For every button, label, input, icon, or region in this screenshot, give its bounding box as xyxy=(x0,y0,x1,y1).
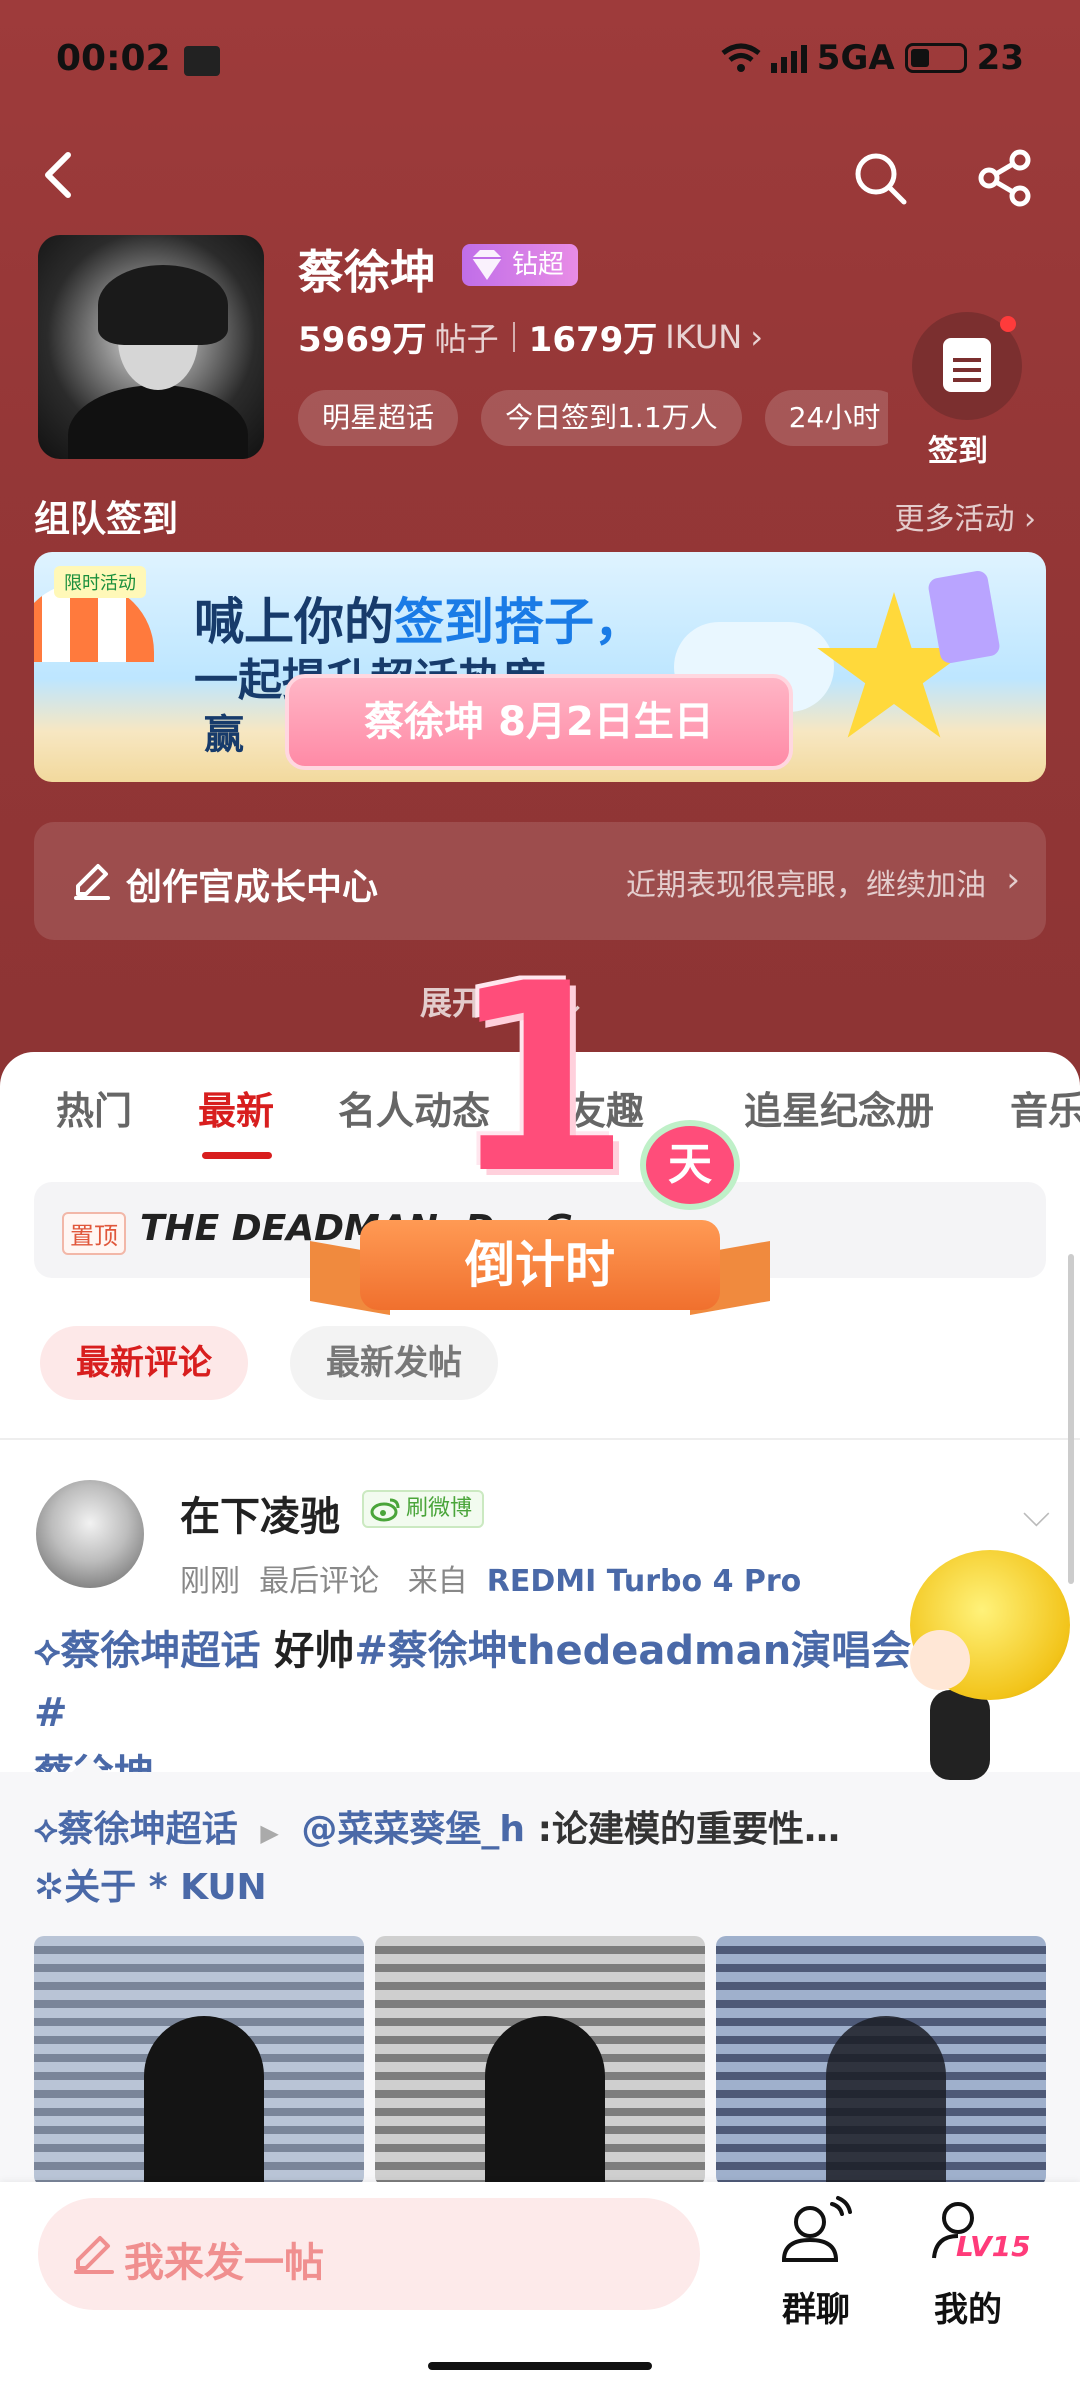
active-tab-indicator xyxy=(202,1152,272,1159)
profile-name: 蔡徐坤 xyxy=(298,245,436,299)
profile-stats[interactable]: 5969万 帖子 1679万 IKUN › xyxy=(298,312,763,361)
sparkle-icon: ✲ xyxy=(34,1867,65,1908)
birthday-banner[interactable]: 蔡徐坤 8月2日生日 xyxy=(285,674,793,770)
repost-line2: ✲关于 * KUN xyxy=(34,1858,267,1910)
countdown-ribbon: 倒计时 xyxy=(310,1220,770,1316)
post-time: 刚刚 xyxy=(180,1564,240,1599)
status-time: 00:02 xyxy=(56,38,171,79)
group-chat-button[interactable]: 群聊 xyxy=(756,2194,876,2331)
battery-icon xyxy=(904,43,967,73)
chip-24h[interactable]: 24小时 xyxy=(764,390,888,446)
chip-star-topic[interactable]: 明星超话 xyxy=(298,390,459,446)
tab-fan-album[interactable]: 追星纪念册 xyxy=(744,1080,934,1135)
mine-label: 我的 xyxy=(934,2290,1002,2330)
fans-count: 1679万 xyxy=(528,320,658,360)
post-meta-mid: 最后评论 xyxy=(259,1564,380,1599)
countdown-unit: 天 xyxy=(640,1120,740,1210)
checkin-label[interactable]: 签到 xyxy=(928,426,988,470)
weibo-source-badge: 刷微博 xyxy=(362,1490,485,1528)
fans-unit: IKUN xyxy=(665,317,743,356)
group-chat-icon xyxy=(781,2196,852,2262)
compose-post-button[interactable]: 我来发一帖 xyxy=(38,2198,700,2310)
more-activities-label: 更多活动 xyxy=(894,502,1015,537)
tab-hot[interactable]: 热门 xyxy=(56,1080,132,1135)
weibo-badge-label: 刷微博 xyxy=(406,1496,473,1521)
posts-count: 5969万 xyxy=(298,320,427,360)
birthday-countdown-overlay[interactable]: 1 天 倒计时 xyxy=(310,950,770,1370)
countdown-number: 1 xyxy=(450,929,631,1231)
network-type: 5GA xyxy=(816,38,895,78)
repost-subtitle: 关于 * KUN xyxy=(64,1867,267,1908)
stats-divider xyxy=(512,321,515,352)
repost-image-2[interactable] xyxy=(375,1936,705,2186)
posts-unit: 帖子 xyxy=(434,319,499,358)
post-author-name[interactable]: 在下凌驰 xyxy=(180,1484,340,1542)
profile-avatar[interactable] xyxy=(38,235,264,459)
group-chat-label: 群聊 xyxy=(782,2290,850,2330)
pinned-tag: 置顶 xyxy=(62,1212,126,1255)
post-topic-link[interactable]: 蔡徐坤超话 xyxy=(60,1628,260,1674)
repost-topic-link[interactable]: 蔡徐坤超话 xyxy=(58,1809,238,1850)
play-triangle-icon: ▶ xyxy=(260,1819,279,1847)
back-icon[interactable] xyxy=(30,145,90,205)
chevron-right-icon: › xyxy=(1006,860,1020,900)
banner-headline-a: 喊上你的 xyxy=(194,593,394,651)
chevron-right-icon: › xyxy=(750,317,764,356)
badge-label: 钻超 xyxy=(512,250,565,280)
chevron-down-icon[interactable]: ⌵ xyxy=(1023,1494,1050,1536)
level-badge: LV15 xyxy=(956,2230,1031,2263)
repost-arrow xyxy=(70,1756,106,1774)
post-text: 好帅 xyxy=(274,1628,355,1674)
team-checkin-title: 组队签到 xyxy=(34,499,179,540)
compose-label: 我来发一帖 xyxy=(124,2240,324,2286)
creator-pen-icon xyxy=(74,864,110,900)
battery-level: 23 xyxy=(976,38,1024,78)
divider xyxy=(0,1438,1080,1440)
diamond-icon xyxy=(472,250,502,280)
home-indicator[interactable] xyxy=(428,2362,652,2370)
notification-icon xyxy=(184,46,220,76)
repost-header: ⟡蔡徐坤超话 ▶ @菜菜葵堡_h :论建模的重要性… xyxy=(34,1800,840,1852)
topic-diamond-icon: ⟡ xyxy=(34,1809,58,1850)
status-bar: 00:02 5GA 23 xyxy=(56,38,1024,88)
checkin-button[interactable] xyxy=(912,312,1022,420)
scrollbar[interactable] xyxy=(1068,1254,1074,1584)
more-activities-link[interactable]: 更多活动 › xyxy=(894,494,1036,538)
wifi-icon xyxy=(721,43,761,72)
post-device[interactable]: REDMI Turbo 4 Pro xyxy=(487,1564,802,1599)
limited-time-tag: 限时活动 xyxy=(54,566,146,598)
post-author-avatar[interactable] xyxy=(36,1480,144,1588)
calendar-icon xyxy=(943,338,991,392)
repost-user-link[interactable]: @菜菜葵堡_h xyxy=(301,1809,525,1850)
share-icon[interactable] xyxy=(975,148,1035,208)
signal-icon xyxy=(770,43,807,73)
repost-image-1[interactable] xyxy=(34,1936,364,2186)
weibo-icon xyxy=(370,1498,400,1522)
banner-line3: 赢 xyxy=(204,712,244,758)
filter-latest-comment[interactable]: 最新评论 xyxy=(40,1326,248,1400)
post-from: 来自 xyxy=(407,1564,468,1599)
creator-growth-center[interactable]: 创作官成长中心 近期表现很亮眼，继续加油 › xyxy=(34,822,1046,940)
notification-dot xyxy=(1000,316,1016,332)
banner-headline-b: 签到搭子， xyxy=(394,593,644,651)
search-icon[interactable] xyxy=(850,148,910,208)
topic-diamond-icon: ⟡ xyxy=(34,1628,61,1674)
floating-mascot[interactable] xyxy=(890,1540,1080,1780)
creator-subtitle: 近期表现很亮眼，继续加油 xyxy=(626,868,986,903)
repost-text: :论建模的重要性… xyxy=(537,1809,840,1850)
pencil-icon xyxy=(74,2236,114,2274)
post-meta: 刚刚 最后评论 来自 REDMI Turbo 4 Pro xyxy=(180,1556,801,1600)
countdown-label: 倒计时 xyxy=(360,1220,720,1310)
tab-music[interactable]: 音乐 xyxy=(1010,1080,1080,1135)
diamond-super-badge[interactable]: 钻超 xyxy=(462,244,579,286)
repost-image-3[interactable] xyxy=(716,1936,1046,2186)
chip-checkin-count[interactable]: 今日签到1.1万人 xyxy=(481,390,742,446)
tab-latest[interactable]: 最新 xyxy=(198,1080,274,1135)
creator-title: 创作官成长中心 xyxy=(126,867,379,908)
profile-chips: 明星超话 今日签到1.1万人 24小时 xyxy=(298,390,888,448)
